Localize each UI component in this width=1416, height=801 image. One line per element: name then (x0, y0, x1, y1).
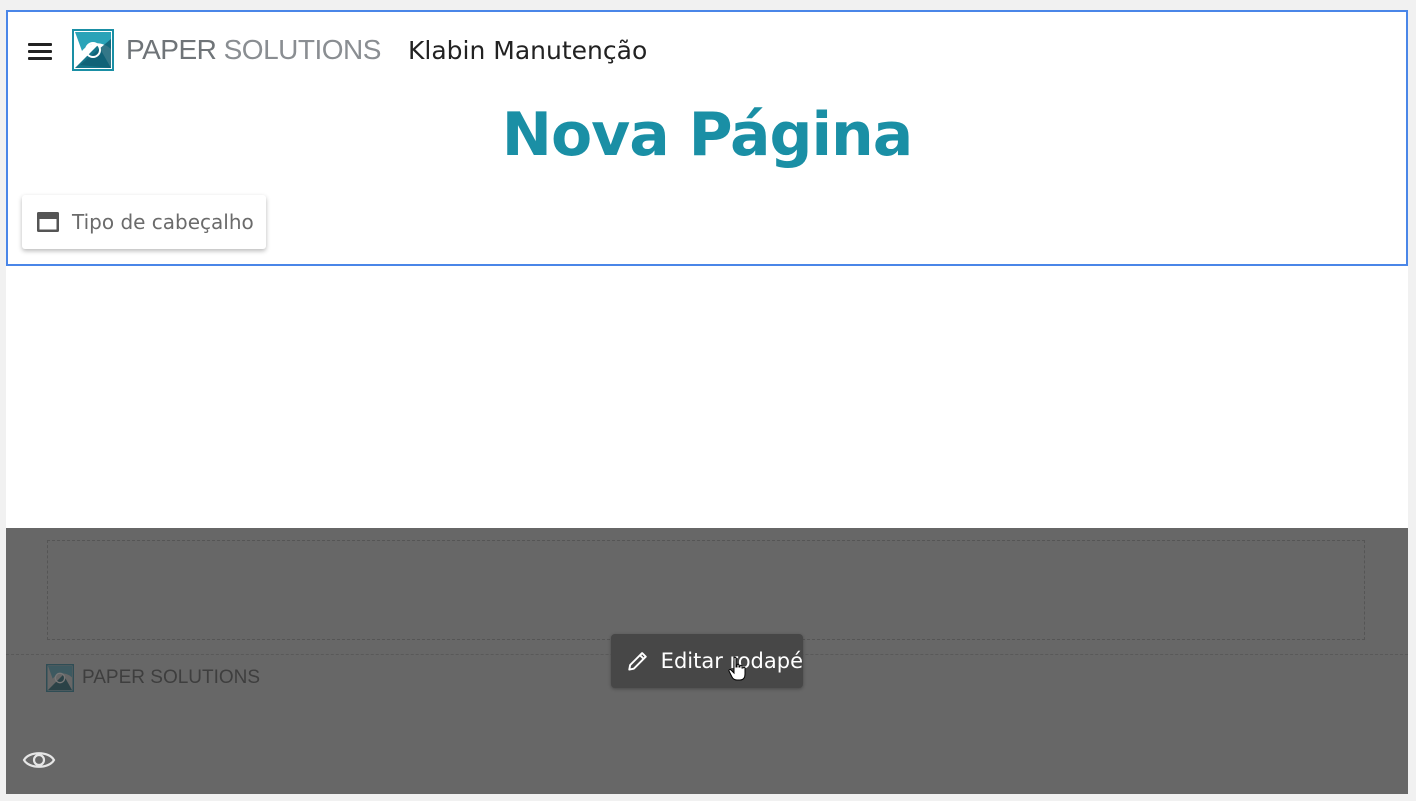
page-header-editor[interactable]: PAPER SOLUTIONS Klabin Manutenção Nova P… (6, 10, 1408, 266)
header-type-label: Tipo de cabeçalho (72, 210, 254, 234)
brand-logo[interactable]: PAPER SOLUTIONS (72, 28, 381, 72)
paper-solutions-logo-icon (72, 29, 114, 71)
header-layout-icon (37, 212, 59, 232)
header-type-button[interactable]: Tipo de cabeçalho (22, 195, 266, 249)
eye-icon[interactable] (22, 746, 56, 774)
edit-footer-button[interactable]: Editar rodapé (611, 634, 803, 688)
app-title: Klabin Manutenção (408, 36, 648, 65)
paper-solutions-logo-icon (46, 664, 74, 692)
hand-cursor-icon (728, 656, 746, 681)
footer-drop-zone[interactable] (47, 540, 1365, 640)
page-footer-editor[interactable]: PAPER SOLUTIONS Editar rodapé (6, 528, 1408, 794)
footer-logo: PAPER SOLUTIONS (46, 664, 260, 692)
menu-icon[interactable] (26, 40, 54, 62)
page-canvas: PAPER SOLUTIONS Klabin Manutenção Nova P… (6, 10, 1408, 794)
footer-brand-name: PAPER SOLUTIONS (82, 667, 261, 688)
pencil-icon (628, 652, 647, 671)
brand-name: PAPER SOLUTIONS (126, 34, 381, 65)
page-title[interactable]: Nova Página (8, 100, 1406, 170)
